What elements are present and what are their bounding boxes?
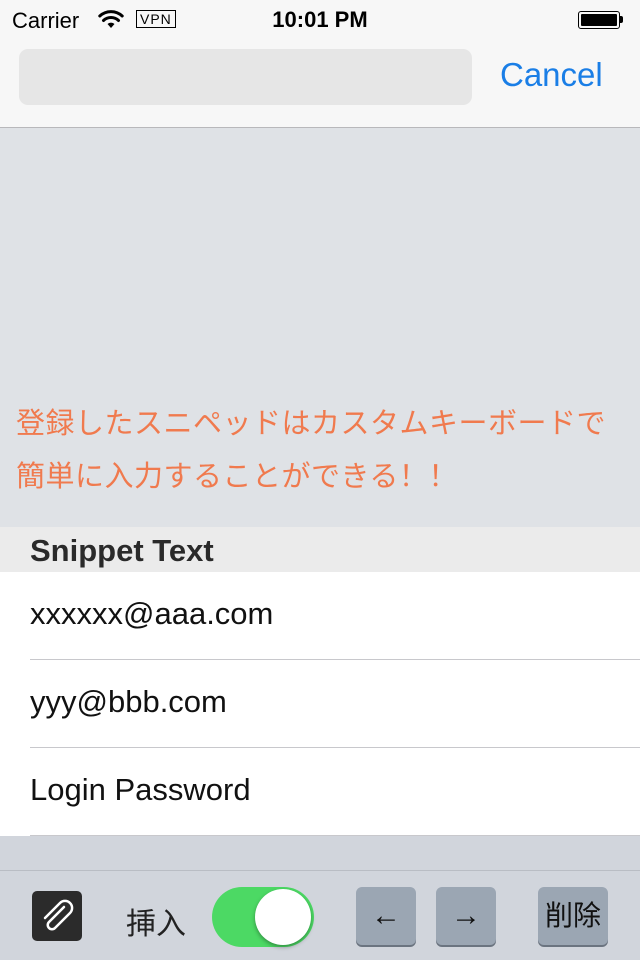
insert-label: 挿入 <box>126 907 186 942</box>
cursor-left-button[interactable]: ← <box>356 887 416 945</box>
section-header: Snippet Text <box>0 527 640 572</box>
promo-line-2: 簡単に入力することができる！！ <box>16 459 458 493</box>
paperclip-button[interactable] <box>32 891 82 941</box>
status-time: 10:01 PM <box>272 7 368 32</box>
cursor-right-button[interactable]: → <box>436 887 496 945</box>
snippet-list: xxxxxx@aaa.com yyy@bbb.com Login Passwor… <box>0 572 640 836</box>
snippet-row[interactable]: Login Password <box>0 748 640 836</box>
search-input[interactable] <box>19 49 472 105</box>
battery-icon <box>578 11 624 29</box>
snippet-text: xxxxxx@aaa.com <box>30 596 274 631</box>
paperclip-icon <box>43 899 74 931</box>
snippet-row[interactable]: yyy@bbb.com <box>0 660 640 748</box>
delete-button[interactable]: 削除 <box>538 887 608 945</box>
info-area: 登録したスニペッドはカスタムキーボードで 簡単に入力することができる！！ <box>0 129 640 527</box>
promo-text: 登録したスニペッドはカスタムキーボードで 簡単に入力することができる！！ <box>16 397 631 503</box>
keyboard-toolbar: 挿入 ← → 削除 <box>0 870 640 960</box>
insert-toggle[interactable] <box>212 887 314 947</box>
cancel-button[interactable]: Cancel <box>500 56 603 94</box>
toggle-knob <box>255 889 311 945</box>
navigation-bar: Cancel <box>0 40 640 128</box>
snippet-row[interactable]: xxxxxx@aaa.com <box>0 572 640 660</box>
promo-line-1: 登録したスニペッドはカスタムキーボードで <box>16 406 607 440</box>
keyboard-gap <box>0 836 640 870</box>
snippet-text: Login Password <box>30 772 251 807</box>
snippet-text: yyy@bbb.com <box>30 684 227 719</box>
section-title: Snippet Text <box>30 533 214 568</box>
status-bar: Carrier VPN 10:01 PM <box>0 0 640 40</box>
